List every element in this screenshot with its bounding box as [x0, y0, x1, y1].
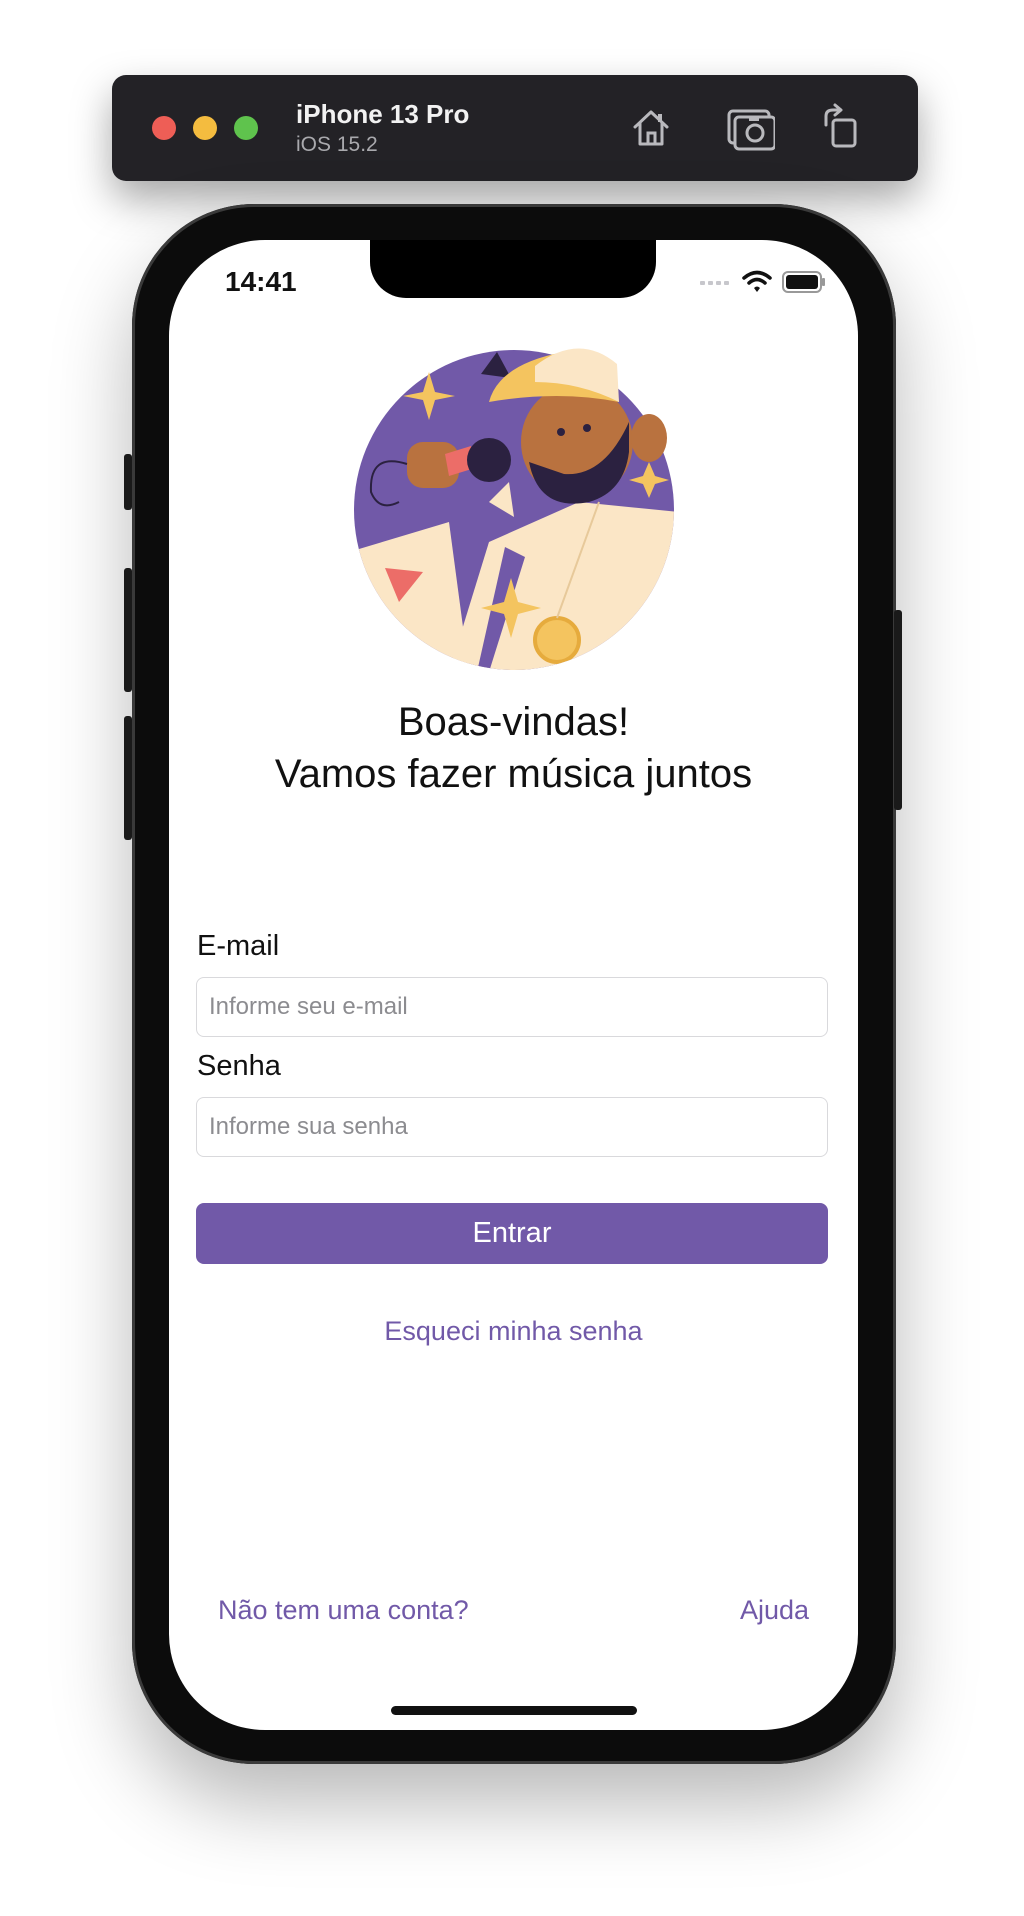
email-field[interactable]	[196, 977, 828, 1037]
screenshot-button[interactable]	[725, 103, 777, 153]
home-icon	[633, 110, 669, 146]
password-field[interactable]	[196, 1097, 828, 1157]
screenshot-icon	[727, 109, 777, 151]
status-icons	[700, 270, 826, 294]
login-button[interactable]: Entrar	[196, 1203, 828, 1264]
battery-icon	[782, 271, 825, 293]
password-label: Senha	[197, 1050, 281, 1082]
signal-icon	[700, 281, 729, 285]
device-name: iPhone 13 Pro	[296, 99, 470, 129]
status-time: 14:41	[225, 266, 297, 297]
welcome-subtitle: Vamos fazer música juntos	[274, 752, 753, 796]
forgot-password-link[interactable]: Esqueci minha senha	[169, 1316, 858, 1347]
welcome-title: Boas-vindas!	[397, 700, 630, 744]
volume-down-button	[124, 716, 132, 840]
help-link[interactable]: Ajuda	[740, 1595, 809, 1626]
notch	[370, 240, 656, 298]
email-label: E-mail	[197, 930, 280, 962]
wifi-icon	[742, 270, 772, 292]
app-screen: 14:41 Boas-vindas! Vamos fazer música ju…	[169, 240, 858, 1730]
volume-up-button	[124, 568, 132, 692]
singer-illustration	[354, 348, 674, 670]
mute-switch	[124, 454, 132, 510]
rotate-button[interactable]	[818, 103, 868, 153]
rotate-icon	[824, 103, 857, 148]
signup-link[interactable]: Não tem uma conta?	[218, 1595, 469, 1626]
simulator-title-bar: iPhone 13 Pro iOS 15.2	[112, 75, 918, 181]
zoom-window-button[interactable]	[234, 116, 258, 140]
minimize-window-button[interactable]	[193, 116, 217, 140]
os-version: iOS 15.2	[296, 133, 378, 156]
home-indicator[interactable]	[391, 1706, 637, 1715]
close-window-button[interactable]	[152, 116, 176, 140]
power-button	[894, 610, 902, 810]
home-button[interactable]	[626, 103, 676, 153]
